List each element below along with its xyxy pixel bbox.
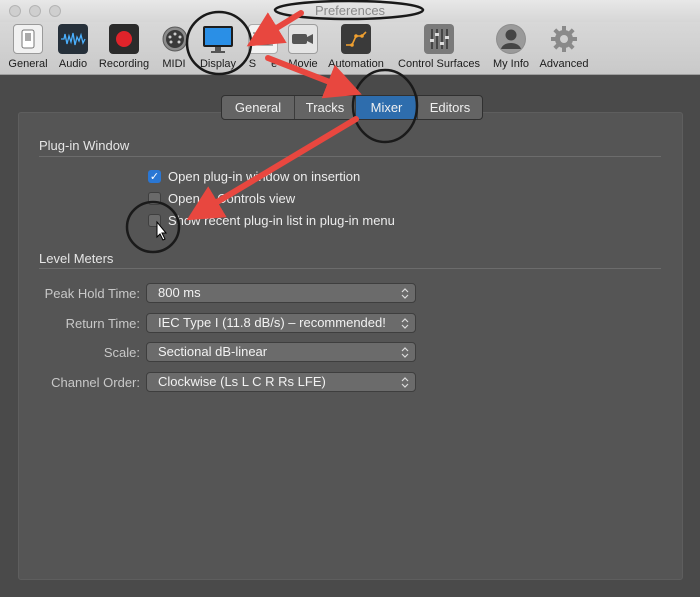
toolbar-recording[interactable]: Recording [95,24,153,70]
toolbar-advanced[interactable]: Advanced [536,24,592,70]
tab-editors[interactable]: Editors [418,96,482,119]
peak-hold-time-select[interactable]: 800 ms [146,283,416,303]
title-bar: Preferences [0,0,700,22]
checkbox-unchecked[interactable] [148,214,161,227]
toolbar-movie[interactable]: Movie [286,24,320,70]
channel-order-select[interactable]: Clockwise (Ls L C R Rs LFE) [146,372,416,392]
monitor-icon [201,24,235,54]
toolbar-label: My Info [492,58,530,70]
toolbar-label: Movie [288,58,318,70]
toolbar-display[interactable]: Display [198,24,238,70]
toolbar-label: Se [248,58,278,70]
toolbar-label: Advanced [539,58,589,70]
plugin-window-heading: Plug-in Window [39,138,130,153]
updown-arrows-icon [401,347,409,358]
updown-arrows-icon [401,288,409,299]
preferences-toolbar: General Audio Recording MIDI Display S e… [0,22,700,75]
option-open-on-insertion[interactable]: ✓ Open plug-in window on insertion [148,169,360,184]
tab-tracks[interactable]: Tracks [295,96,356,119]
toolbar-label: Audio [58,58,88,70]
level-meters-heading: Level Meters [39,251,114,266]
toolbar-label: Recording [98,58,150,70]
toolbar-label-score-end: e [271,58,278,70]
automation-icon [341,24,371,54]
option-label: Open plug-in window on insertion [168,169,361,184]
record-icon [109,24,139,54]
toolbar-score[interactable]: Se [248,24,278,70]
toolbar-control-surfaces[interactable]: Control Surfaces [394,24,484,70]
option-show-recent-plugins[interactable]: Show recent plug-in list in plug-in menu [148,213,395,228]
faders-icon [424,24,454,54]
waveform-icon [58,24,88,54]
preferences-window: Preferences General Audio Recording MIDI [0,0,700,597]
toolbar-label: Automation [328,58,384,70]
option-open-controls-view[interactable]: Open in Controls view [148,191,295,206]
option-label: Show recent plug-in list in plug-in menu [168,213,395,228]
midi-connector-icon [160,24,190,54]
option-label: Open in Controls view [168,191,296,206]
scale-label: Scale: [103,345,140,360]
toolbar-my-info[interactable]: My Info [490,24,532,70]
select-value: Clockwise (Ls L C R Rs LFE) [158,374,326,389]
channel-order-label: Channel Order: [51,375,140,390]
camera-icon [288,24,318,54]
toolbar-label: General [8,58,48,70]
toolbar-general[interactable]: General [6,24,50,70]
preference-tabs: General Tracks Mixer Editors [221,95,483,120]
updown-arrows-icon [401,377,409,388]
switch-icon [13,24,43,54]
divider [39,268,661,269]
toolbar-label: MIDI [162,58,186,70]
return-time-label: Return Time: [65,316,140,331]
select-value: 800 ms [158,285,201,300]
tab-mixer[interactable]: Mixer [356,96,418,119]
toolbar-label-score-start: S [248,58,257,70]
window-title: Preferences [314,3,386,18]
updown-arrows-icon [401,318,409,329]
score-icon [248,24,278,54]
select-value: Sectional dB-linear [158,344,268,359]
toolbar-label: Display [199,58,237,70]
toolbar-label: Control Surfaces [398,58,480,70]
scale-select[interactable]: Sectional dB-linear [146,342,416,362]
checkbox-unchecked[interactable] [148,192,161,205]
user-icon [496,24,526,54]
peak-hold-time-label: Peak Hold Time: [44,286,140,301]
select-value: IEC Type I (11.8 dB/s) – recommended! [158,315,386,330]
toolbar-midi[interactable]: MIDI [160,24,188,70]
divider [39,156,661,157]
checkbox-checked[interactable]: ✓ [148,170,161,183]
gear-icon [549,24,579,54]
tab-general[interactable]: General [222,96,295,119]
return-time-select[interactable]: IEC Type I (11.8 dB/s) – recommended! [146,313,416,333]
toolbar-audio[interactable]: Audio [56,24,90,70]
toolbar-automation[interactable]: Automation [324,24,388,70]
